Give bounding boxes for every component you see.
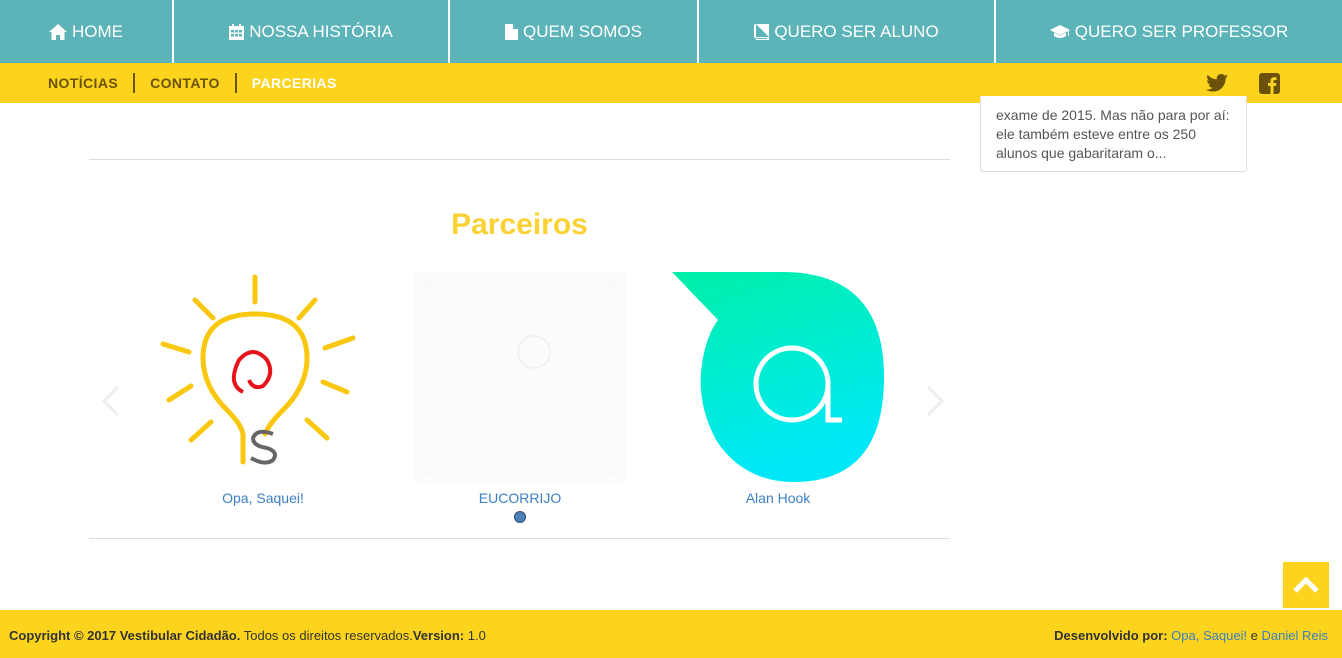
facebook-link[interactable] xyxy=(1259,63,1280,103)
chevron-right-icon xyxy=(926,385,945,417)
nav-home-label: HOME xyxy=(72,21,123,41)
footer: Copyright © 2017 Vestibular Cidadão. Tod… xyxy=(0,610,1342,658)
back-to-top-button[interactable] xyxy=(1283,562,1329,608)
subnav-contato[interactable]: CONTATO xyxy=(150,75,220,91)
nav-home[interactable]: HOME xyxy=(0,0,174,63)
partner-item: Opa, Saquei! xyxy=(157,272,369,506)
subnav-parcerias[interactable]: PARCERIAS xyxy=(252,75,337,91)
chevron-left-icon xyxy=(101,385,120,417)
subnav-divider xyxy=(133,73,136,93)
partners-title: Parceiros xyxy=(451,208,588,241)
developer-link-daniel-reis[interactable]: Daniel Reis xyxy=(1262,628,1328,643)
file-icon xyxy=(504,23,518,40)
partner-name-opa-saquei[interactable]: Opa, Saquei! xyxy=(117,490,409,506)
developer-link-opa-saquei[interactable]: Opa, Saquei! xyxy=(1171,628,1247,643)
opa-saquei-logo[interactable] xyxy=(157,272,369,484)
partner-name-alan-hook[interactable]: Alan Hook xyxy=(632,490,924,506)
version-value: 1.0 xyxy=(464,628,486,643)
nav-quem-somos-label: QUEM SOMOS xyxy=(522,21,642,41)
nav-quero-ser-aluno[interactable]: QUERO SER ALUNO xyxy=(699,0,996,63)
home-icon xyxy=(49,23,67,40)
copyright-text: Copyright © 2017 Vestibular Cidadão. xyxy=(9,628,241,643)
news-card[interactable]: exame de 2015. Mas não para por aí: ele … xyxy=(980,96,1247,172)
main-nav: HOME NOSSA HISTÓRIA QUEM SOMOS QUERO SER… xyxy=(0,0,1342,63)
facebook-icon xyxy=(1259,72,1280,94)
twitter-icon xyxy=(1206,74,1228,92)
carousel-indicator[interactable] xyxy=(514,511,526,523)
version-label: Version: xyxy=(412,628,465,643)
rights-text: Todos os direitos reservados. xyxy=(240,628,413,643)
section-divider xyxy=(89,159,950,160)
partner-item: EUCORRIJO xyxy=(414,272,626,506)
carousel-next-button[interactable] xyxy=(924,384,946,423)
partner-item: Alan Hook xyxy=(672,272,884,506)
book-icon xyxy=(754,23,770,40)
nav-quero-ser-professor[interactable]: QUERO SER PROFESSOR xyxy=(996,0,1342,63)
partner-name-eucorrijo[interactable]: EUCORRIJO xyxy=(374,490,666,506)
footer-credits: Desenvolvido por: Opa, Saquei! e Daniel … xyxy=(1054,628,1328,643)
news-card-excerpt: exame de 2015. Mas não para por aí: ele … xyxy=(996,107,1230,161)
footer-copyright: Copyright © 2017 Vestibular Cidadão. Tod… xyxy=(9,628,486,643)
graduation-cap-icon xyxy=(1049,24,1070,38)
developed-by-label: Desenvolvido por: xyxy=(1054,628,1168,643)
subnav-noticias[interactable]: NOTÍCIAS xyxy=(48,75,118,91)
section-divider xyxy=(89,538,950,539)
subnav-divider xyxy=(234,73,237,93)
eucorrijo-logo[interactable] xyxy=(414,272,626,484)
nav-nossa-historia[interactable]: NOSSA HISTÓRIA xyxy=(174,0,450,63)
nav-quem-somos[interactable]: QUEM SOMOS xyxy=(450,0,699,63)
chevron-up-icon xyxy=(1293,577,1319,593)
carousel-prev-button[interactable] xyxy=(100,384,122,423)
nav-nossa-historia-label: NOSSA HISTÓRIA xyxy=(249,21,393,41)
nav-quero-ser-aluno-label: QUERO SER ALUNO xyxy=(774,21,939,41)
nav-quero-ser-professor-label: QUERO SER PROFESSOR xyxy=(1074,21,1289,41)
alan-hook-logo[interactable] xyxy=(672,272,884,484)
and-text: e xyxy=(1247,628,1262,643)
calendar-icon xyxy=(229,23,245,40)
